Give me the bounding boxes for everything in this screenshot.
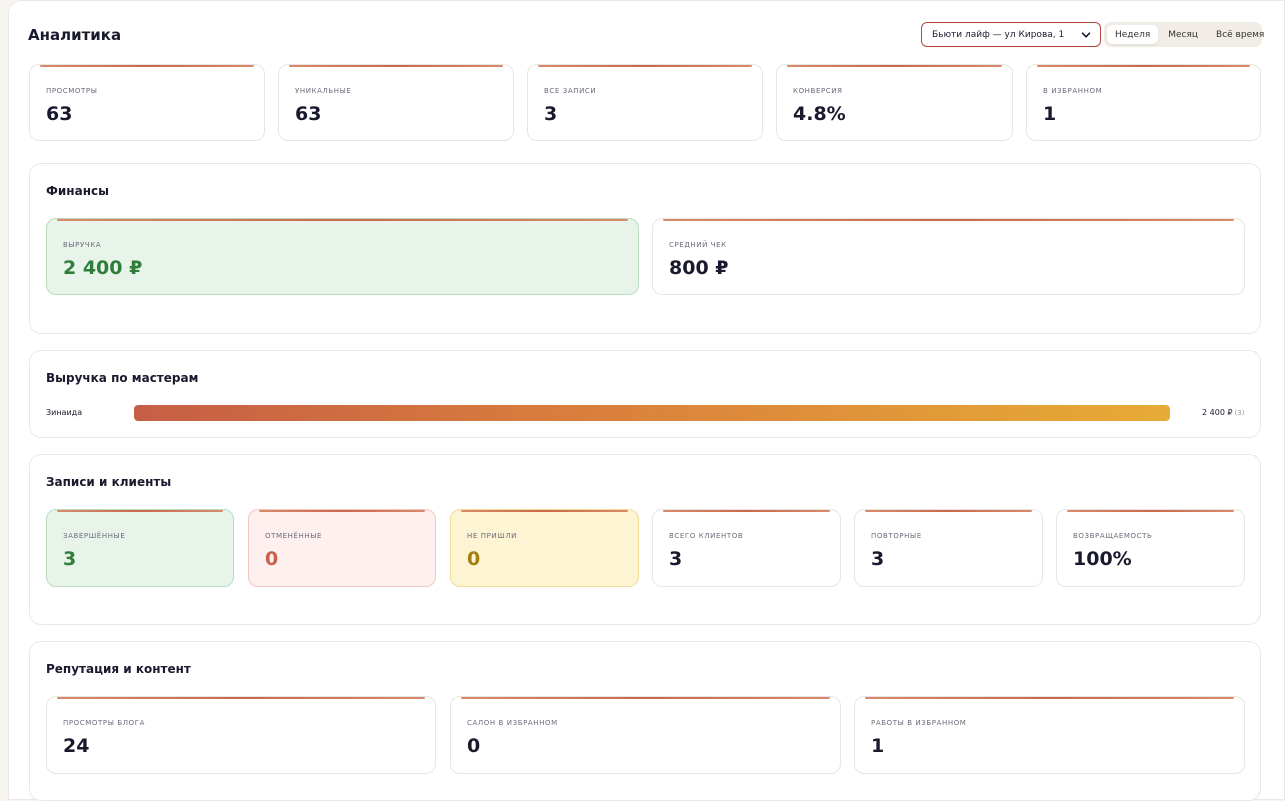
- bookings-section: Записи и клиенты Завершённые 3 Отменённы…: [29, 454, 1261, 625]
- stat-label: Повторные: [871, 532, 922, 540]
- master-revenue-amount: 2 400 ₽: [1202, 408, 1233, 417]
- master-name: Зинаида: [46, 408, 83, 417]
- finance-section: Финансы Выручка 2 400 ₽ Средний чек 800 …: [29, 163, 1261, 334]
- stat-value: 24: [63, 735, 90, 757]
- period-week-button[interactable]: Неделя: [1107, 25, 1159, 44]
- stat-label: Не пришли: [467, 532, 518, 540]
- stat-value: 800 ₽: [669, 257, 729, 279]
- retention-card: Возвращаемость 100%: [1056, 509, 1245, 587]
- period-month-button[interactable]: Месяц: [1160, 25, 1206, 44]
- master-revenue-bar-track: [134, 405, 1170, 421]
- stat-card-unique: Уникальные 63: [278, 64, 514, 141]
- stat-label: Всего клиентов: [669, 532, 744, 540]
- stat-value: 1: [1043, 103, 1057, 125]
- section-title: Выручка по мастерам: [46, 371, 199, 385]
- blog-views-card: Просмотры блога 24: [46, 696, 436, 774]
- stat-label: Отменённые: [265, 532, 323, 540]
- stat-value: 3: [63, 548, 77, 570]
- stat-card-views: Просмотры 63: [29, 64, 265, 141]
- store-select-value: Бьюти лайф — ул Кирова, 1: [932, 29, 1065, 40]
- master-revenue-value: 2 400 ₽ (3): [1202, 408, 1244, 417]
- stat-value: 0: [265, 548, 279, 570]
- stat-label: Салон в избранном: [467, 719, 558, 727]
- stat-card-bookings: Все записи 3: [527, 64, 763, 141]
- masters-revenue-section: Выручка по мастерам Зинаида 2 400 ₽ (3): [29, 350, 1261, 438]
- stat-label: Просмотры блога: [63, 719, 145, 727]
- completed-card: Завершённые 3: [46, 509, 234, 587]
- master-revenue-bar: [134, 405, 1170, 421]
- stat-label: Работы в избранном: [871, 719, 967, 727]
- period-all-time-button[interactable]: Всё время: [1208, 25, 1272, 44]
- section-title: Записи и клиенты: [46, 475, 172, 489]
- stat-value: 1: [871, 735, 885, 757]
- stat-value: 100%: [1073, 548, 1132, 570]
- store-select[interactable]: Бьюти лайф — ул Кирова, 1: [921, 22, 1101, 47]
- stat-card-favorites: В избранном 1: [1026, 64, 1261, 141]
- works-favorites-card: Работы в избранном 1: [854, 696, 1245, 774]
- stat-label: Выручка: [63, 241, 102, 249]
- stat-label: Возвращаемость: [1073, 532, 1153, 540]
- stat-label: Средний чек: [669, 241, 727, 249]
- stat-label: Завершённые: [63, 532, 126, 540]
- chevron-down-icon: [1080, 29, 1092, 41]
- stat-label: В избранном: [1043, 87, 1103, 95]
- stat-value: 63: [46, 103, 73, 125]
- avg-check-card: Средний чек 800 ₽: [652, 218, 1245, 295]
- stat-value: 0: [467, 735, 481, 757]
- stat-value: 3: [871, 548, 885, 570]
- stat-label: Конверсия: [793, 87, 843, 95]
- stat-value: 2 400 ₽: [63, 257, 143, 279]
- reputation-section: Репутация и контент Просмотры блога 24 С…: [29, 641, 1261, 801]
- stat-card-conversion: Конверсия 4.8%: [776, 64, 1013, 141]
- stat-label: Уникальные: [295, 87, 352, 95]
- stat-label: Все записи: [544, 87, 597, 95]
- no-show-card: Не пришли 0: [450, 509, 639, 587]
- total-clients-card: Всего клиентов 3: [652, 509, 841, 587]
- stat-label: Просмотры: [46, 87, 98, 95]
- stat-value: 3: [544, 103, 558, 125]
- stat-value: 4.8%: [793, 103, 846, 125]
- period-switch: Неделя Месяц Всё время: [1104, 22, 1264, 47]
- salon-favorites-card: Салон в избранном 0: [450, 696, 841, 774]
- master-booking-count: (3): [1234, 409, 1245, 417]
- stat-value: 0: [467, 548, 481, 570]
- section-title: Финансы: [46, 184, 109, 198]
- stat-value: 3: [669, 548, 683, 570]
- revenue-card: Выручка 2 400 ₽: [46, 218, 639, 295]
- page-title: Аналитика: [28, 26, 122, 44]
- cancelled-card: Отменённые 0: [248, 509, 436, 587]
- repeat-clients-card: Повторные 3: [854, 509, 1043, 587]
- section-title: Репутация и контент: [46, 662, 191, 676]
- stat-value: 63: [295, 103, 322, 125]
